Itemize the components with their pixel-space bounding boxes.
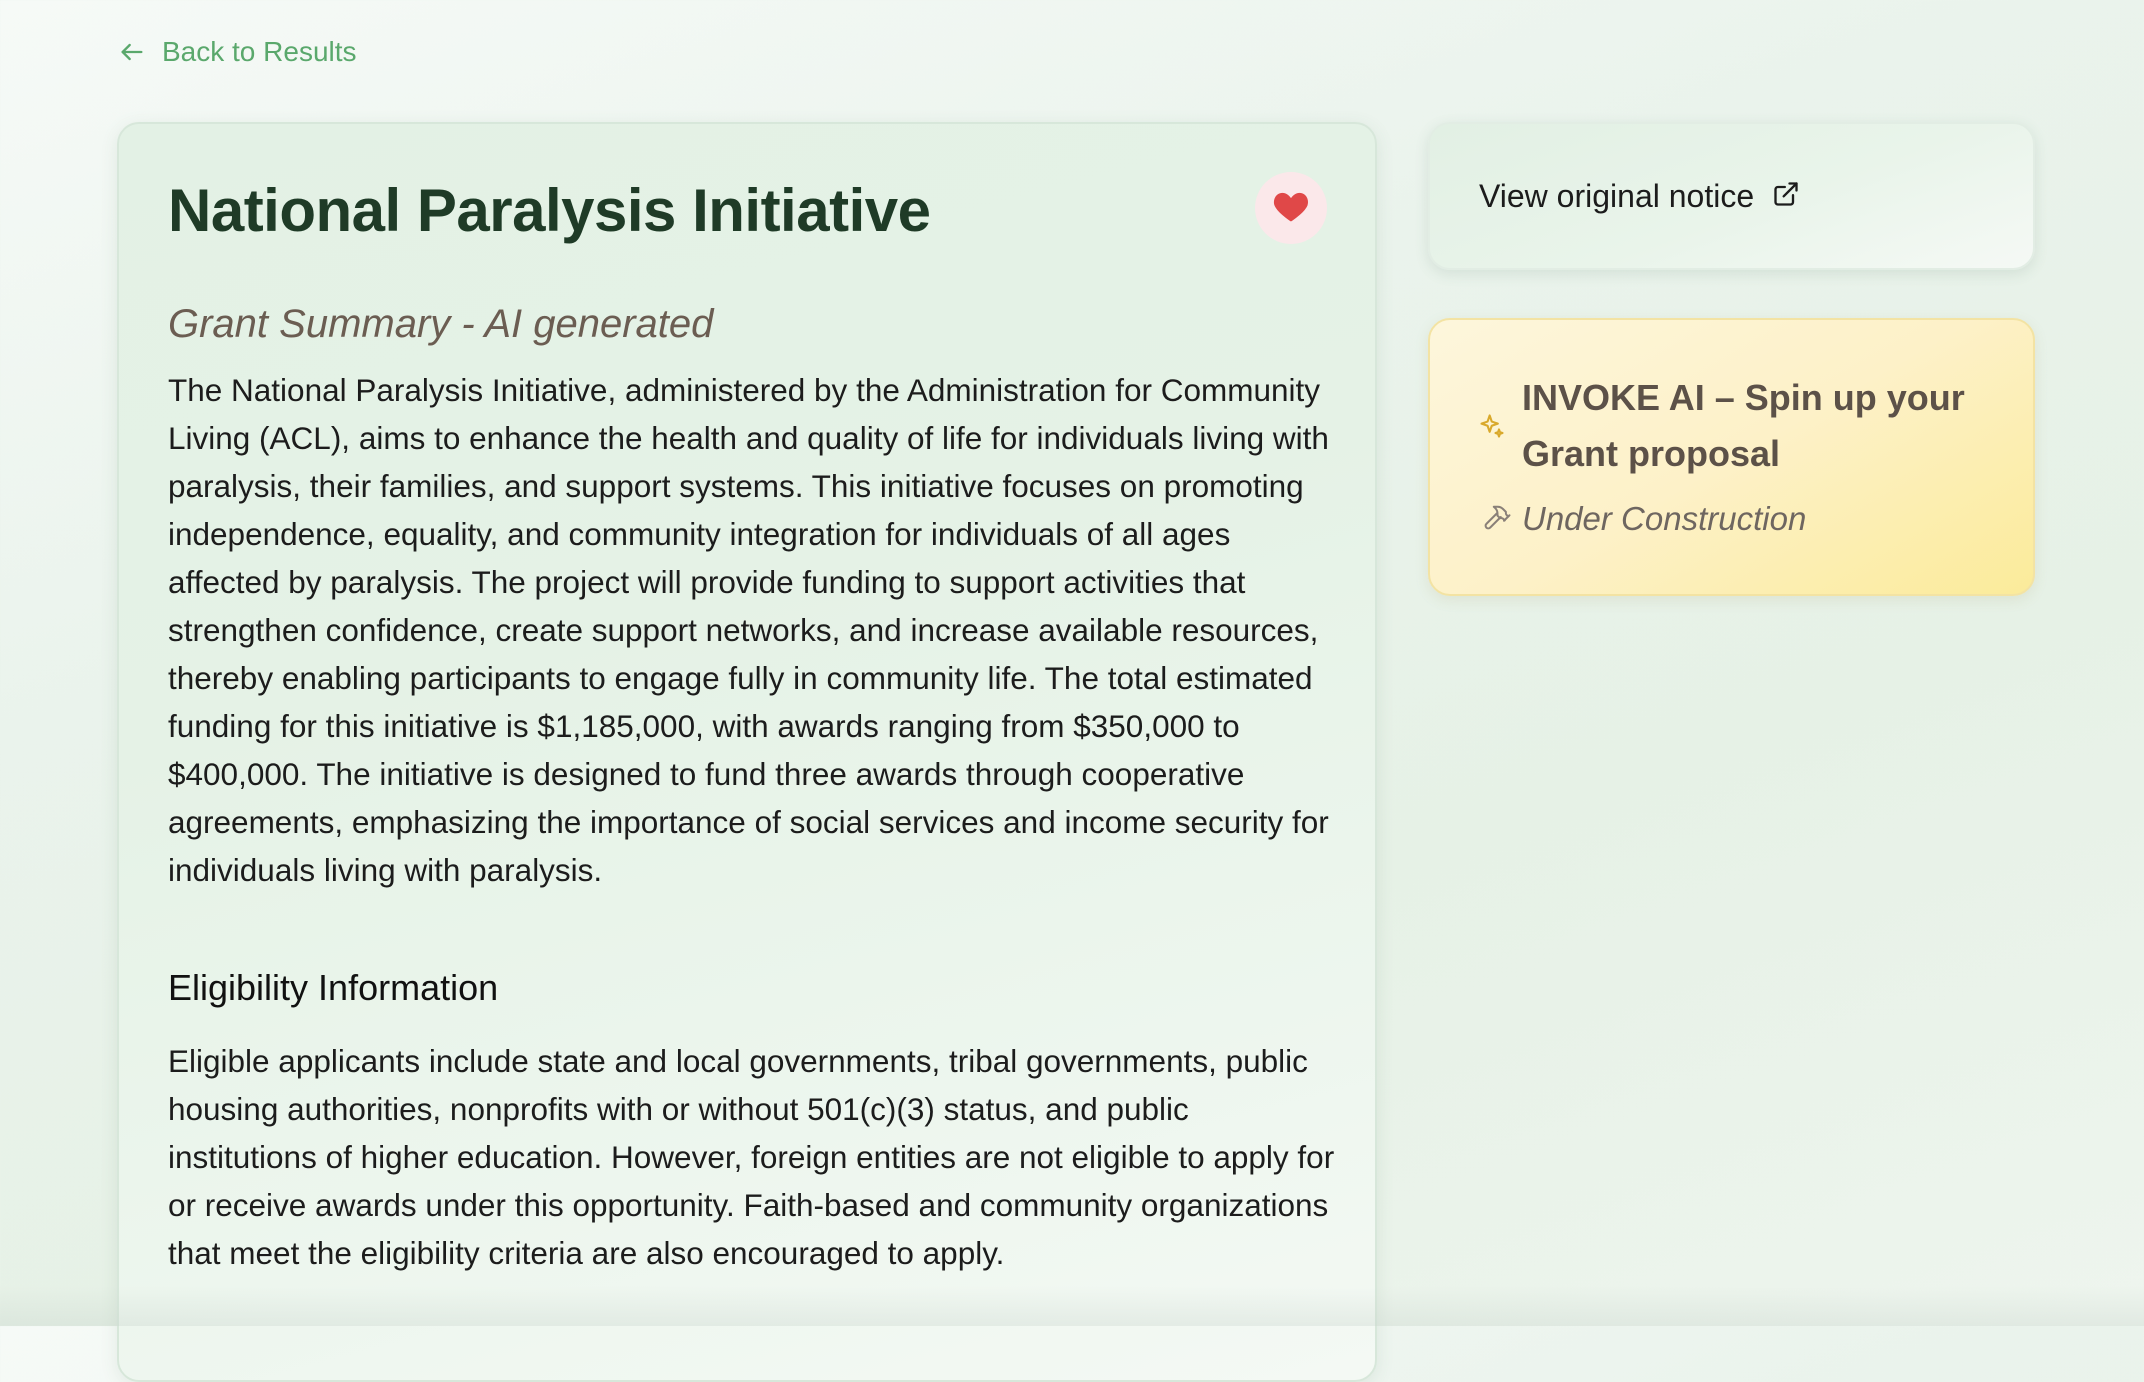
hammer-icon [1482,502,1512,537]
summary-text: The National Paralysis Initiative, admin… [168,372,1329,888]
invoke-ai-card[interactable]: INVOKE AI – Spin up your Grant proposal … [1428,318,2035,596]
sparkles-icon [1478,412,1506,445]
heart-icon [1272,189,1310,228]
invoke-ai-title: INVOKE AI – Spin up your Grant proposal [1522,377,1965,474]
ai-status: Under Construction [1482,500,1806,538]
eligibility-heading: Eligibility Information [168,967,499,1008]
arrow-left-icon [118,38,146,66]
external-link-icon [1772,180,1800,213]
ai-status-label: Under Construction [1522,500,1807,537]
eligibility-text: Eligible applicants include state and lo… [168,1043,1335,1272]
back-link-label: Back to Results [162,36,357,67]
grant-title: National Paralysis Initiative [168,177,931,244]
summary-heading: Grant Summary - AI generated [168,302,714,346]
back-to-results-link[interactable]: Back to Results [118,36,357,68]
view-original-notice-button[interactable]: View original notice [1428,122,2035,270]
grant-detail-card: National Paralysis Initiative Grant Summ… [117,122,1377,1382]
view-original-notice-label: View original notice [1479,177,1755,214]
favorite-button[interactable] [1255,172,1327,244]
